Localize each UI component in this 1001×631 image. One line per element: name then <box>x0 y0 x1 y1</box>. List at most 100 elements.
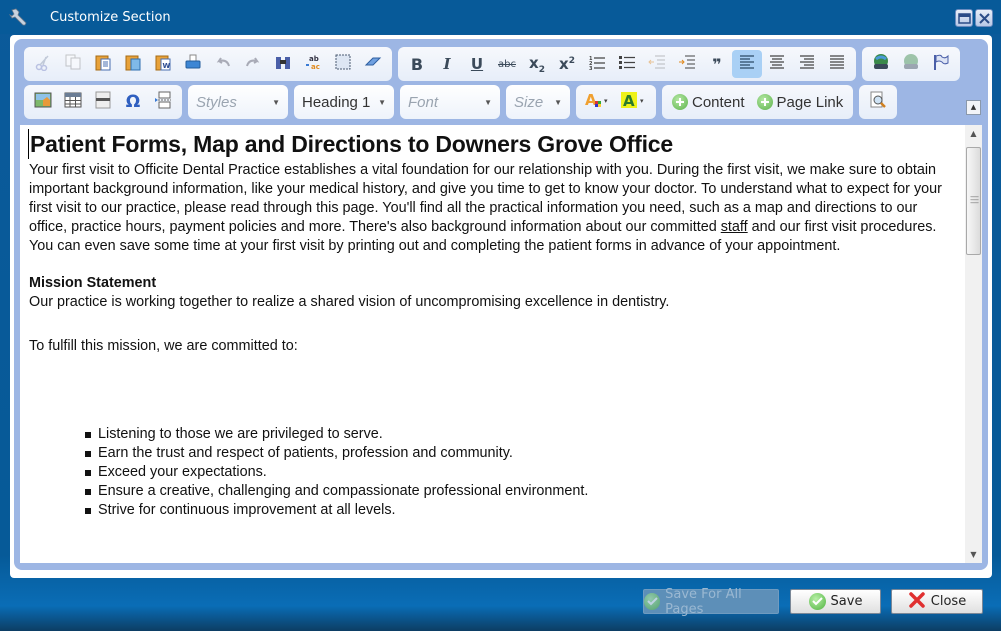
format-dropdown-value: Heading 1 <box>302 93 371 111</box>
bold-button[interactable]: B <box>402 50 432 78</box>
undo-button[interactable] <box>208 50 238 78</box>
print-button[interactable] <box>178 50 208 78</box>
superscript-button[interactable]: x2 <box>552 50 582 78</box>
collapse-toolbar-button[interactable]: ▲ <box>966 100 981 115</box>
cut-button[interactable] <box>28 50 58 78</box>
insert-content-label: Content <box>692 93 745 111</box>
background-color-icon: A ▾ <box>620 91 648 113</box>
anchor-button[interactable] <box>926 50 956 78</box>
undo-icon <box>214 53 232 75</box>
align-left-button[interactable] <box>732 50 762 78</box>
chevron-down-icon: ▼ <box>484 97 492 107</box>
page-break-button[interactable] <box>148 88 178 116</box>
bulleted-list-button[interactable] <box>612 50 642 78</box>
scrollbar-thumb[interactable]: — — — <box>966 147 981 255</box>
clipboard-group: W ab ac <box>24 47 392 81</box>
document-heading: Patient Forms, Map and Directions to Dow… <box>28 129 959 159</box>
size-dropdown-placeholder: Size <box>514 93 544 111</box>
italic-icon: I <box>443 55 451 73</box>
image-button[interactable] <box>28 88 58 116</box>
unlink-button[interactable] <box>896 50 926 78</box>
horizontal-rule-button[interactable] <box>88 88 118 116</box>
special-char-button[interactable]: Ω <box>118 88 148 116</box>
select-all-button[interactable] <box>328 50 358 78</box>
underline-button[interactable]: U <box>462 50 492 78</box>
save-label: Save <box>830 594 863 609</box>
title-bar[interactable]: Customize Section <box>0 0 1001 34</box>
scroll-up-button[interactable]: ▲ <box>965 125 982 142</box>
svg-text:▾: ▾ <box>604 97 608 105</box>
align-center-button[interactable] <box>762 50 792 78</box>
table-button[interactable] <box>58 88 88 116</box>
numbered-list-icon: 123 <box>588 53 606 75</box>
superscript-icon: x2 <box>559 55 575 73</box>
remove-format-button[interactable] <box>358 50 388 78</box>
find-button[interactable] <box>268 50 298 78</box>
justify-button[interactable] <box>822 50 852 78</box>
subscript-icon: x2 <box>529 53 545 75</box>
chevron-down-icon: ▼ <box>378 97 386 107</box>
save-for-all-pages-button[interactable]: Save For All Pages <box>643 586 779 617</box>
editor-content-area[interactable]: Patient Forms, Map and Directions to Dow… <box>20 125 982 563</box>
rich-text-editor: W ab ac B I U abc x2 x2 123 ❞ Ω Styles ▼… <box>14 39 988 570</box>
replace-button[interactable]: ab ac <box>298 50 328 78</box>
paste-text-icon <box>124 53 142 75</box>
insert-group: Ω <box>24 85 182 119</box>
subscript-button[interactable]: x2 <box>522 50 552 78</box>
wrench-icon <box>8 6 32 30</box>
mission-heading: Mission Statement <box>29 275 157 291</box>
maximize-button[interactable] <box>955 9 973 27</box>
grip-icon: — — — <box>970 192 979 208</box>
replace-icon: ab ac <box>304 53 322 75</box>
redo-button[interactable] <box>238 50 268 78</box>
insert-page-link-button[interactable]: Page Link <box>751 88 850 116</box>
close-window-button[interactable] <box>975 9 993 27</box>
unlink-icon <box>901 53 921 75</box>
paste-word-button[interactable]: W <box>148 50 178 78</box>
strikethrough-button[interactable]: abc <box>492 50 522 78</box>
format-dropdown[interactable]: Heading 1 ▼ <box>294 85 394 119</box>
close-button[interactable]: Close <box>891 589 983 614</box>
svg-text:W: W <box>163 62 171 70</box>
copy-button[interactable] <box>58 50 88 78</box>
scissors-icon <box>34 53 52 75</box>
select-all-icon <box>334 53 352 75</box>
paste-button[interactable] <box>88 50 118 78</box>
indent-button[interactable] <box>672 50 702 78</box>
preview-button[interactable] <box>863 88 893 116</box>
save-button[interactable]: Save <box>790 589 881 614</box>
list-item: Earn the trust and respect of patients, … <box>85 444 959 463</box>
staff-link[interactable]: staff <box>721 219 748 235</box>
link-button[interactable] <box>866 50 896 78</box>
link-group <box>862 47 960 81</box>
size-dropdown[interactable]: Size ▼ <box>506 85 570 119</box>
styles-dropdown[interactable]: Styles ▼ <box>188 85 288 119</box>
font-dropdown[interactable]: Font ▼ <box>400 85 500 119</box>
paste-icon <box>94 53 112 75</box>
bold-icon: B <box>410 54 424 74</box>
numbered-list-button[interactable]: 123 <box>582 50 612 78</box>
outdent-button[interactable] <box>642 50 672 78</box>
paste-text-button[interactable] <box>118 50 148 78</box>
omega-icon: Ω <box>125 92 141 112</box>
text-color-button[interactable]: A ▾ <box>580 88 616 116</box>
redo-icon <box>244 53 262 75</box>
preview-icon <box>869 91 887 113</box>
intro-paragraph: Your first visit to Officite Dental Prac… <box>29 161 959 256</box>
document-body[interactable]: Patient Forms, Map and Directions to Dow… <box>28 129 959 520</box>
blockquote-button[interactable]: ❞ <box>702 50 732 78</box>
preview-group <box>859 85 898 119</box>
font-dropdown-placeholder: Font <box>408 93 439 111</box>
italic-button[interactable]: I <box>432 50 462 78</box>
scroll-down-button[interactable]: ▼ <box>965 546 982 563</box>
triangle-up-icon: ▲ <box>970 129 977 138</box>
svg-text:ab: ab <box>309 55 319 63</box>
vertical-scrollbar[interactable]: ▲ — — — ▼ <box>965 125 982 563</box>
table-icon <box>64 91 82 113</box>
insert-content-button[interactable]: Content <box>666 88 751 116</box>
save-for-all-pages-label: Save For All Pages <box>665 586 742 617</box>
background-color-button[interactable]: A ▾ <box>616 88 652 116</box>
toolbar-row-1: W ab ac B I U abc x2 x2 123 ❞ <box>24 47 960 81</box>
quote-icon: ❞ <box>712 54 722 74</box>
align-right-button[interactable] <box>792 50 822 78</box>
